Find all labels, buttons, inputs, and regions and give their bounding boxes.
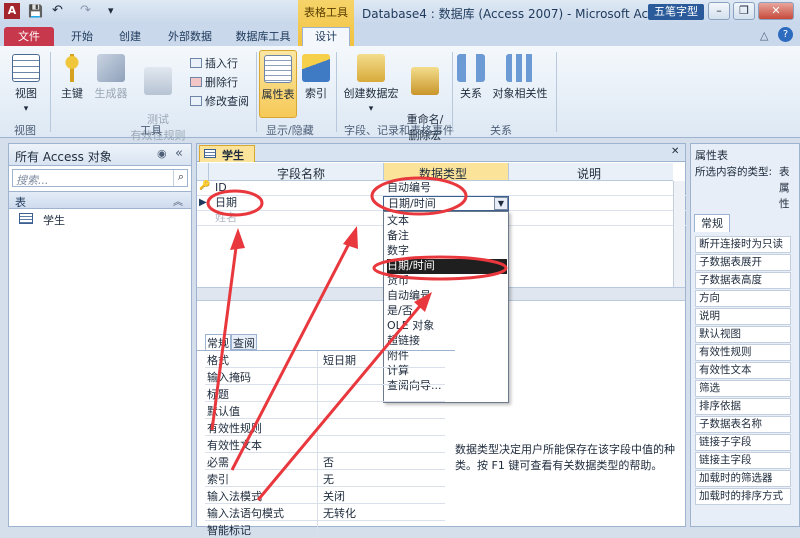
annotation-circle-type — [370, 176, 468, 216]
annotation-arrow — [230, 231, 357, 471]
annotation-arrow — [210, 239, 239, 431]
annotation-circle-field-name — [206, 189, 264, 217]
annotation-circle-option — [372, 255, 508, 281]
annotation-overlay — [206, 176, 508, 501]
arrowhead — [230, 228, 245, 250]
arrowhead — [343, 226, 358, 249]
annotation-arrow — [256, 299, 427, 501]
